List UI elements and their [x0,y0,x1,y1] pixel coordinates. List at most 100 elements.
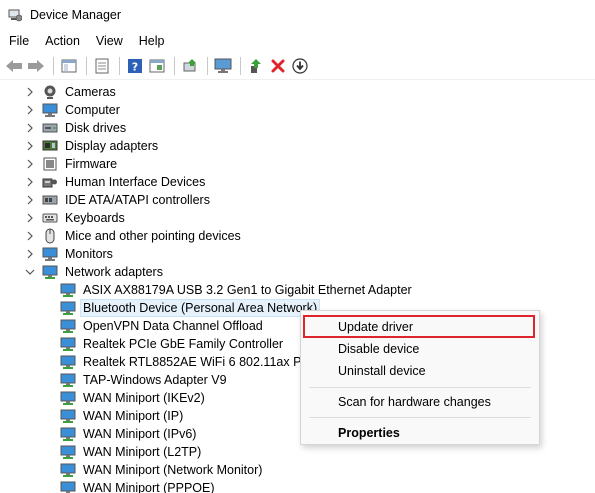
tree-item-label: Bluetooth Device (Personal Area Network) [79,299,321,317]
forward-icon[interactable] [26,56,46,76]
view-icon[interactable] [147,56,167,76]
network-adapter-icon [60,336,76,352]
network-adapter-icon [60,462,76,478]
hid-icon [42,174,58,190]
update-driver-icon[interactable] [180,56,200,76]
tree-item-wan-ikev2[interactable]: WAN Miniport (IKEv2) [60,389,207,407]
chevron-right-icon[interactable] [24,212,36,224]
monitor-icon[interactable] [213,56,233,76]
tree-item-bluetooth-device[interactable]: Bluetooth Device (Personal Area Network) [60,299,321,317]
menu-item-properties[interactable]: Properties [301,422,539,444]
tree-item-label: Display adapters [65,139,159,153]
tree-item-realtek-wifi[interactable]: Realtek RTL8852AE WiFi 6 802.11ax PCIe A [60,353,334,371]
tree-item-label: IDE ATA/ATAPI controllers [65,193,210,207]
camera-icon [42,84,58,100]
tree-item-wan-ipv6[interactable]: WAN Miniport (IPv6) [60,425,198,443]
tree-item-display-adapters[interactable]: Display adapters [24,137,160,155]
chevron-right-icon[interactable] [24,86,36,98]
show-hide-tree-icon[interactable] [59,56,79,76]
tree-item-label: TAP-Windows Adapter V9 [83,373,227,387]
toolbar-separator [174,56,175,75]
tree-item-firmware[interactable]: Firmware [24,155,119,173]
menu-separator [309,417,531,418]
tree-item-label: Network adapters [65,265,163,279]
tree-item-label: WAN Miniport (PPPOE) [83,481,215,493]
chevron-right-icon[interactable] [24,140,36,152]
tree-item-label: WAN Miniport (IP) [83,409,184,423]
tree-item-wan-network-monitor[interactable]: WAN Miniport (Network Monitor) [60,461,264,479]
chevron-right-icon[interactable] [24,194,36,206]
back-icon[interactable] [4,56,24,76]
help-icon[interactable]: ? [125,56,145,76]
tree-item-asix-adapter[interactable]: ASIX AX88179A USB 3.2 Gen1 to Gigabit Et… [60,281,414,299]
network-adapter-icon [60,354,76,370]
toolbar-separator [240,56,241,75]
tree-item-keyboards[interactable]: Keyboards [24,209,127,227]
tree-item-label: Cameras [65,85,116,99]
menu-separator [309,387,531,388]
device-manager-icon [8,9,22,22]
menu-item-disable-device[interactable]: Disable device [301,338,539,360]
menu-action[interactable]: Action [40,31,85,51]
tree-item-disk-drives[interactable]: Disk drives [24,119,128,137]
menu-item-uninstall-device[interactable]: Uninstall device [301,360,539,382]
tree-item-wan-ip[interactable]: WAN Miniport (IP) [60,407,185,425]
toolbar: ? [0,52,595,80]
tree-item-ide-controllers[interactable]: IDE ATA/ATAPI controllers [24,191,212,209]
menu-bar: File Action View Help [0,30,595,52]
menu-view[interactable]: View [91,31,128,51]
tree-item-cameras[interactable]: Cameras [24,83,118,101]
tree-item-wan-l2tp[interactable]: WAN Miniport (L2TP) [60,443,203,461]
chevron-right-icon[interactable] [24,176,36,188]
menu-file[interactable]: File [4,31,34,51]
tree-item-network-adapters[interactable]: Network adapters [24,263,165,281]
enable-device-icon[interactable] [246,56,266,76]
network-adapter-icon [60,390,76,406]
network-adapter-icon [60,480,76,493]
monitor-icon [42,246,58,262]
properties-icon[interactable] [92,56,112,76]
tree-item-label: Firmware [65,157,118,171]
network-adapter-icon [60,444,76,460]
network-adapter-icon [42,264,58,280]
tree-item-tap-windows[interactable]: TAP-Windows Adapter V9 [60,371,229,389]
tree-item-wan-pppoe[interactable]: WAN Miniport (PPPOE) [60,479,217,493]
network-adapter-icon [60,318,76,334]
tree-item-monitors[interactable]: Monitors [24,245,115,263]
tree-item-label: WAN Miniport (IPv6) [83,427,197,441]
chevron-right-icon[interactable] [24,104,36,116]
chevron-right-icon[interactable] [24,230,36,242]
tree-item-label: ASIX AX88179A USB 3.2 Gen1 to Gigabit Et… [83,283,412,297]
tree-item-label: Realtek RTL8852AE WiFi 6 802.11ax PCIe A [83,355,332,369]
chevron-right-icon[interactable] [24,158,36,170]
title-bar: Device Manager [0,0,595,30]
network-adapter-icon [60,300,76,316]
menu-item-scan-hardware[interactable]: Scan for hardware changes [301,391,539,413]
tree-item-computer[interactable]: Computer [24,101,122,119]
tree-item-mice[interactable]: Mice and other pointing devices [24,227,243,245]
tree-item-label: Keyboards [65,211,125,225]
tree-item-label: WAN Miniport (Network Monitor) [83,463,263,477]
keyboard-icon [42,210,58,226]
menu-help[interactable]: Help [134,31,170,51]
context-menu: Update driver Disable device Uninstall d… [300,310,540,445]
tree-item-human-interface-devices[interactable]: Human Interface Devices [24,173,207,191]
chevron-down-icon[interactable] [24,266,36,278]
tree-item-realtek-gbe[interactable]: Realtek PCIe GbE Family Controller [60,335,285,353]
uninstall-icon[interactable] [268,56,288,76]
tree-item-label: Mice and other pointing devices [65,229,241,243]
update-driver-highlight [303,315,535,338]
network-adapter-icon [60,372,76,388]
chevron-right-icon[interactable] [24,122,36,134]
toolbar-separator [53,56,54,75]
tree-item-label: WAN Miniport (IKEv2) [83,391,205,405]
network-adapter-icon [60,408,76,424]
toolbar-separator [119,56,120,75]
tree-item-label: OpenVPN Data Channel Offload [83,319,263,333]
download-icon[interactable] [290,56,310,76]
tree-item-label: Human Interface Devices [65,175,206,189]
chevron-right-icon[interactable] [24,248,36,260]
tree-item-openvpn[interactable]: OpenVPN Data Channel Offload [60,317,265,335]
firmware-icon [42,156,58,172]
menu-item-label: Scan for hardware changes [338,395,491,409]
